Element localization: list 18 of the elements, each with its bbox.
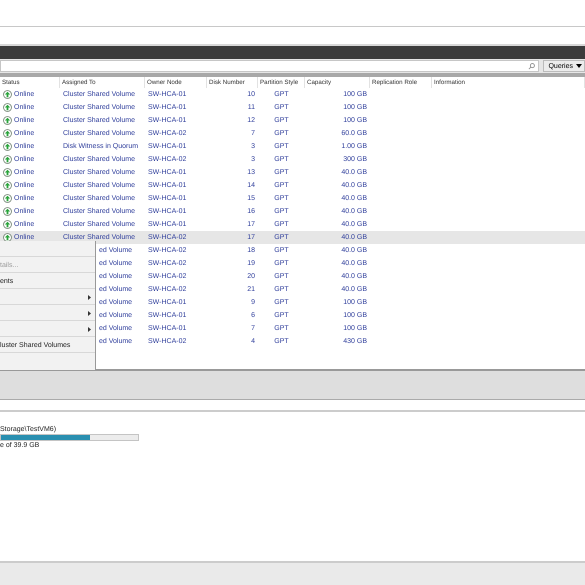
online-status-icon xyxy=(3,194,12,203)
search-icon xyxy=(528,62,536,70)
online-status-icon xyxy=(3,155,12,164)
online-status-icon xyxy=(3,142,12,151)
online-status-icon xyxy=(3,103,12,112)
search-field[interactable] xyxy=(0,60,540,72)
online-status-icon xyxy=(3,90,12,99)
online-status-icon xyxy=(3,181,12,190)
caret-icon xyxy=(576,64,582,68)
submenu-arrow-icon[interactable] xyxy=(88,311,91,316)
online-status-icon xyxy=(3,116,12,125)
online-status-icon xyxy=(3,233,12,242)
online-status-icon xyxy=(3,207,12,216)
online-status-icon xyxy=(3,220,12,229)
submenu-arrow-icon[interactable] xyxy=(88,327,91,332)
online-status-icon xyxy=(3,168,12,177)
submenu-arrow-icon[interactable] xyxy=(88,295,91,300)
online-status-icon xyxy=(3,129,12,138)
